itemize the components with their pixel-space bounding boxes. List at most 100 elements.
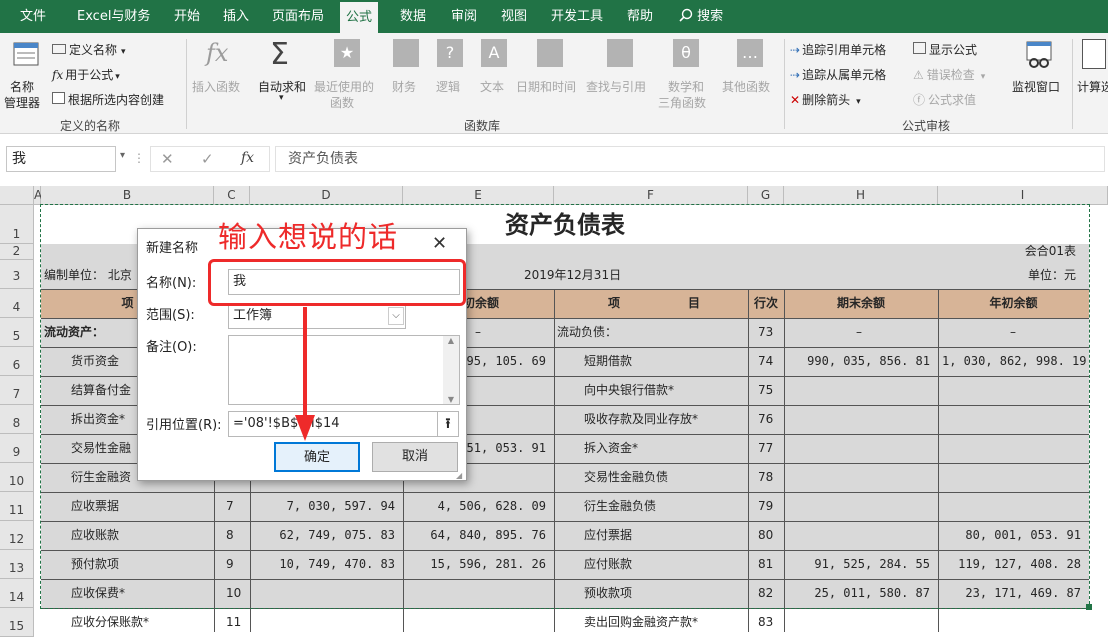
chevron-down-icon: ▾ (121, 47, 126, 57)
insert-function-button[interactable]: fx 插入函数 (190, 37, 248, 107)
row-header[interactable]: 8 (0, 405, 34, 434)
remove-arrows-icon: ✕ (790, 93, 801, 107)
create-from-selection-button[interactable]: 根据所选内容创建 (52, 91, 164, 108)
col-header-d[interactable]: D (250, 186, 403, 205)
enter-check-icon[interactable]: ✓ (201, 150, 214, 168)
remove-arrows-label: 删除箭头 (802, 93, 851, 107)
financial-button[interactable]: 财务 (388, 37, 424, 109)
calculation-options-button[interactable]: 计算选 (1076, 37, 1108, 109)
col-header-e[interactable]: E (403, 186, 554, 205)
select-all-corner[interactable] (0, 186, 34, 205)
name-box[interactable]: 我 (6, 146, 116, 172)
col-header-c[interactable]: C (214, 186, 250, 205)
star-book-icon: ★ (334, 39, 360, 67)
insert-function-fx-icon[interactable]: fx (241, 150, 254, 166)
trace-precedents-button[interactable]: ⇢ 追踪引用单元格 (790, 41, 886, 58)
row-header[interactable]: 14 (0, 579, 34, 608)
trace-precedents-label: 追踪引用单元格 (802, 43, 887, 57)
tab-page-layout[interactable]: 页面布局 (272, 0, 324, 33)
recent-label-2: 函数 (330, 96, 355, 110)
search-box[interactable]: 搜索 (679, 0, 723, 33)
name-manager-button[interactable]: 名称 管理器 (4, 37, 48, 113)
math-button[interactable]: θ 数学和 三角函数 (656, 37, 716, 110)
tab-home[interactable]: 开始 (174, 0, 200, 33)
row-header[interactable]: 2 (0, 244, 34, 260)
tab-developer[interactable]: 开发工具 (551, 0, 603, 33)
calculator-icon (1082, 39, 1106, 69)
row-header[interactable]: 5 (0, 318, 34, 347)
cancel-button[interactable]: 取消 (372, 442, 458, 472)
financial-label: 财务 (392, 80, 417, 94)
comment-field[interactable] (228, 335, 460, 405)
cell-item-left[interactable]: 应收分保账款* (41, 608, 214, 637)
show-formulas-button[interactable]: 显示公式 (913, 41, 977, 58)
row-header[interactable]: 9 (0, 434, 34, 463)
cell-line-left[interactable]: 11 (214, 608, 250, 637)
tab-view[interactable]: 视图 (501, 0, 527, 33)
define-name-button[interactable]: 定义名称 ▾ (52, 41, 126, 58)
row-header[interactable]: 7 (0, 376, 34, 405)
tab-help[interactable]: 帮助 (627, 0, 653, 33)
group-label-auditing: 公式审核 (902, 119, 951, 133)
recent-functions-button[interactable]: ★ 最近使用的 函数 (314, 37, 382, 110)
row-header[interactable]: 4 (0, 289, 34, 318)
lookup-button[interactable]: 查找与引用 (586, 37, 654, 109)
tab-excel-finance[interactable]: Excel与财务 (77, 0, 150, 33)
ref-field[interactable]: ='08'!$B$1:I$14 (228, 411, 438, 437)
calendar-book-icon (537, 39, 563, 67)
error-check-button[interactable]: ⚠ 错误检查 ▾ (913, 66, 985, 83)
text-button[interactable]: A 文本 (476, 37, 512, 109)
other-functions-button[interactable]: … 其他函数 (722, 37, 778, 109)
comment-scrollbar[interactable]: ▲ ▼ (443, 336, 459, 404)
evaluate-icon: ⓕ (913, 93, 926, 107)
tab-file[interactable]: 文件 (20, 0, 46, 33)
scope-label: 范围(S): (146, 308, 195, 323)
search-icon (679, 8, 693, 22)
scope-dropdown-icon[interactable]: ⌵ (388, 307, 404, 325)
resize-grip-icon[interactable]: ◢ (456, 471, 462, 480)
fill-handle[interactable] (1086, 604, 1092, 610)
col-header-f[interactable]: F (554, 186, 748, 205)
tab-formulas[interactable]: 公式 (340, 2, 379, 33)
cancel-icon[interactable]: ✕ (161, 150, 174, 168)
close-icon[interactable]: ✕ (432, 233, 447, 254)
row-header[interactable]: 3 (0, 260, 34, 289)
watch-window-button[interactable]: 监视窗口 (1010, 37, 1070, 109)
row-header[interactable]: 11 (0, 492, 34, 521)
scroll-down-icon[interactable]: ▼ (443, 395, 459, 404)
logical-button[interactable]: ? 逻辑 (432, 37, 468, 109)
other-functions-label: 其他函数 (722, 80, 771, 94)
row-header[interactable]: 13 (0, 550, 34, 579)
trace-dependents-icon: ⇢ (790, 68, 801, 82)
name-box-dropdown-icon[interactable]: ▾ (120, 150, 125, 161)
datetime-button[interactable]: 日期和时间 (516, 37, 584, 109)
col-header-h[interactable]: H (784, 186, 938, 205)
row-header[interactable]: 1 (0, 205, 34, 244)
theta-book-icon: θ (673, 39, 699, 67)
row-header[interactable]: 15 (0, 608, 34, 637)
ok-button[interactable]: 确定 (274, 442, 360, 472)
tab-data[interactable]: 数据 (400, 0, 426, 33)
math-label-2: 三角函数 (658, 96, 707, 110)
evaluate-formula-button[interactable]: ⓕ 公式求值 (913, 91, 976, 108)
col-header-a[interactable]: A (34, 186, 42, 205)
col-header-i[interactable]: I (938, 186, 1108, 205)
tab-insert[interactable]: 插入 (223, 0, 249, 33)
col-header-g[interactable]: G (748, 186, 784, 205)
remove-arrows-button[interactable]: ✕ 删除箭头 ▾ (790, 91, 861, 108)
scroll-up-icon[interactable]: ▲ (443, 336, 459, 345)
row-header[interactable]: 10 (0, 463, 34, 492)
row-header[interactable]: 6 (0, 347, 34, 376)
trace-dependents-button[interactable]: ⇢ 追踪从属单元格 (790, 66, 886, 83)
fx-icon: fx (206, 39, 229, 67)
row-header[interactable]: 12 (0, 521, 34, 550)
formula-input[interactable]: 资产负债表 (275, 146, 1105, 172)
autosum-button[interactable]: Σ 自动求和 ▾ (255, 37, 311, 107)
use-in-formula-button[interactable]: 𝑓x 用于公式 ▾ (52, 66, 120, 83)
tab-review[interactable]: 审阅 (451, 0, 477, 33)
sigma-icon: Σ (270, 37, 289, 72)
col-header-b[interactable]: B (41, 186, 214, 205)
collapse-dialog-icon[interactable]: ⭱ (437, 411, 459, 437)
cell-line-right[interactable]: 83 (748, 608, 784, 637)
cell-item-right[interactable]: 卖出回购金融资产款* (554, 608, 748, 637)
